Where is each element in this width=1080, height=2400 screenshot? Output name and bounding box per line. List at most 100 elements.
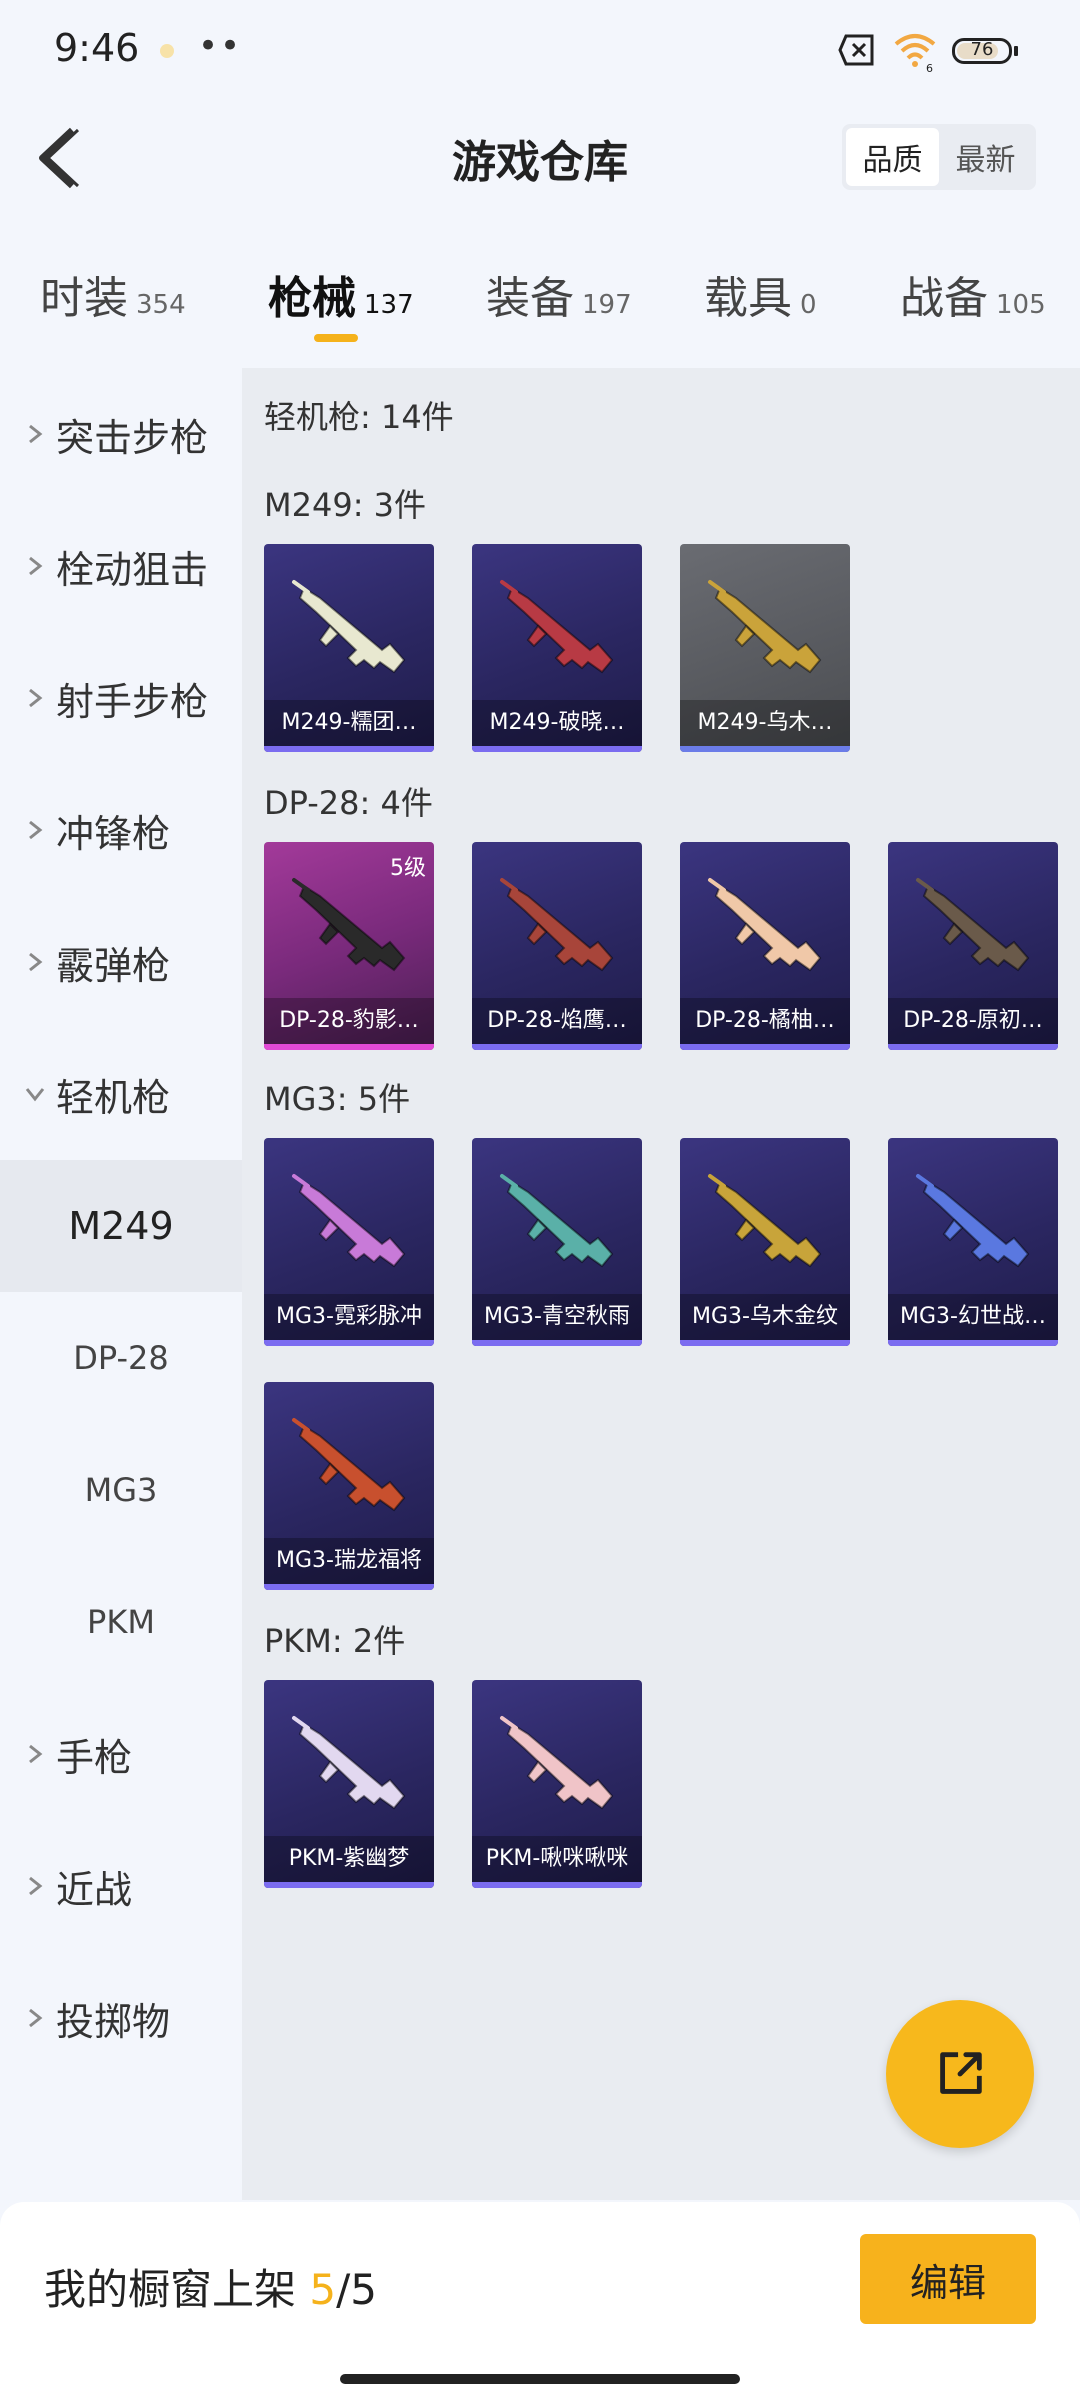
weapon-icon bbox=[292, 1716, 406, 1810]
notification-dot-icon bbox=[160, 44, 174, 58]
showcase-current: 5 bbox=[309, 2265, 337, 2314]
wifi-icon: 6 bbox=[894, 34, 936, 72]
item-name: MG3-瑞龙福将 bbox=[264, 1538, 434, 1584]
item-card[interactable]: MG3-乌木金纹 bbox=[680, 1138, 850, 1346]
item-name: PKM-紫幽梦 bbox=[264, 1836, 434, 1882]
item-card[interactable]: MG3-瑞龙福将 bbox=[264, 1382, 434, 1590]
level-badge: 5级 bbox=[390, 856, 426, 881]
tab-label: 时装 bbox=[40, 273, 128, 324]
status-bar: 9:46 •• 6 76 bbox=[0, 0, 1080, 100]
signal-strength: 6 bbox=[926, 62, 933, 72]
sidebar-item-pistol[interactable]: 手枪 bbox=[0, 1688, 242, 1820]
item-card[interactable]: DP-28-焰鹰… bbox=[472, 842, 642, 1050]
tab-vehicles[interactable]: 载具 0 bbox=[704, 262, 817, 326]
item-card[interactable]: MG3-幻世战… bbox=[888, 1138, 1058, 1346]
item-card[interactable]: M249-乌木… bbox=[680, 544, 850, 752]
showcase-status: 我的橱窗上架 5/5 bbox=[44, 2256, 377, 2317]
chevron-right-icon bbox=[20, 951, 50, 973]
weapon-icon bbox=[500, 580, 614, 674]
bottom-bar: 我的橱窗上架 5/5 编辑 bbox=[0, 2202, 1080, 2400]
tab-count: 105 bbox=[996, 290, 1046, 320]
showcase-total: /5 bbox=[336, 2265, 377, 2314]
sim-error-icon bbox=[838, 34, 874, 66]
item-card[interactable]: M249-糯团… bbox=[264, 544, 434, 752]
tab-count: 354 bbox=[136, 290, 186, 320]
active-tab-indicator bbox=[314, 334, 358, 342]
weapon-icon bbox=[500, 878, 614, 972]
sidebar-item-label: 手枪 bbox=[56, 1735, 133, 1780]
tab-count: 197 bbox=[582, 290, 632, 320]
item-name: MG3-乌木金纹 bbox=[680, 1294, 850, 1340]
tab-label: 枪械 bbox=[268, 273, 356, 324]
item-name: MG3-霓彩脉冲 bbox=[264, 1294, 434, 1340]
item-name: DP-28-焰鹰… bbox=[472, 998, 642, 1044]
sidebar-sub-m249[interactable]: M249 bbox=[0, 1160, 242, 1292]
chevron-right-icon bbox=[20, 423, 50, 445]
sort-quality[interactable]: 品质 bbox=[846, 128, 939, 186]
category-tabs: 时装 354 枪械 137 装备 197 载具 0 战备 105 bbox=[0, 262, 1080, 352]
weapon-icon bbox=[708, 580, 822, 674]
sidebar-item-assault-rifle[interactable]: 突击步枪 bbox=[0, 368, 242, 500]
home-indicator[interactable] bbox=[340, 2374, 740, 2384]
tab-firearms[interactable]: 枪械 137 bbox=[268, 262, 414, 326]
chevron-right-icon bbox=[20, 555, 50, 577]
tab-label: 载具 bbox=[704, 273, 792, 324]
item-card[interactable]: PKM-啾咪啾咪 bbox=[472, 1680, 642, 1888]
group-title-m249: M249: 3件 bbox=[264, 486, 427, 524]
sidebar-item-label: 近战 bbox=[56, 1867, 133, 1912]
showcase-label: 我的橱窗上架 bbox=[44, 2265, 310, 2314]
weapon-icon bbox=[292, 580, 406, 674]
share-fab-button[interactable] bbox=[886, 2000, 1034, 2148]
item-name: DP-28-豹影… bbox=[264, 998, 434, 1044]
chevron-right-icon bbox=[20, 1743, 50, 1765]
sidebar-sub-dp28[interactable]: DP-28 bbox=[0, 1292, 242, 1424]
sort-toggle: 品质 最新 bbox=[842, 124, 1036, 190]
sidebar-item-label: 射手步枪 bbox=[56, 679, 209, 724]
sidebar-item-label: 投掷物 bbox=[56, 1999, 171, 2044]
tab-count: 0 bbox=[800, 290, 817, 320]
sidebar-item-bolt-sniper[interactable]: 栓动狙击 bbox=[0, 500, 242, 632]
tab-count: 137 bbox=[364, 290, 414, 320]
item-grid-panel: 轻机枪: 14件 M249: 3件 M249-糯团… M249-破晓… M249… bbox=[242, 368, 1080, 2200]
tab-label: 装备 bbox=[486, 273, 574, 324]
tab-supplies[interactable]: 战备 105 bbox=[900, 262, 1046, 326]
group-title-dp28: DP-28: 4件 bbox=[264, 784, 433, 822]
sidebar-sub-pkm[interactable]: PKM bbox=[0, 1556, 242, 1688]
sidebar-item-label: 霰弹枪 bbox=[56, 943, 171, 988]
item-name: DP-28-原初… bbox=[888, 998, 1058, 1044]
sidebar-item-melee[interactable]: 近战 bbox=[0, 1820, 242, 1952]
sidebar-sub-mg3[interactable]: MG3 bbox=[0, 1424, 242, 1556]
sidebar-item-throwables[interactable]: 投掷物 bbox=[0, 1952, 242, 2084]
item-card[interactable]: MG3-霓彩脉冲 bbox=[264, 1138, 434, 1346]
sidebar-item-shotgun[interactable]: 霰弹枪 bbox=[0, 896, 242, 1028]
sidebar-item-lmg[interactable]: 轻机枪 bbox=[0, 1028, 242, 1160]
item-card[interactable]: PKM-紫幽梦 bbox=[264, 1680, 434, 1888]
weapon-icon bbox=[292, 1418, 406, 1512]
item-card[interactable]: MG3-青空秋雨 bbox=[472, 1138, 642, 1346]
sidebar-item-marksman-rifle[interactable]: 射手步枪 bbox=[0, 632, 242, 764]
item-name: MG3-幻世战… bbox=[888, 1294, 1058, 1340]
item-card[interactable]: DP-28-原初… bbox=[888, 842, 1058, 1050]
share-icon bbox=[940, 2052, 982, 2094]
item-card[interactable]: M249-破晓… bbox=[472, 544, 642, 752]
sidebar-item-smg[interactable]: 冲锋枪 bbox=[0, 764, 242, 896]
tab-equipment[interactable]: 装备 197 bbox=[486, 262, 632, 326]
category-summary: 轻机枪: 14件 bbox=[264, 398, 454, 436]
tab-label: 战备 bbox=[900, 273, 988, 324]
battery-icon: 76 bbox=[952, 38, 1012, 64]
sidebar: 突击步枪 栓动狙击 射手步枪 冲锋枪 霰弹枪 轻机枪 M249 DP-28 MG… bbox=[0, 368, 242, 2200]
weapon-icon bbox=[292, 1174, 406, 1268]
weapon-icon bbox=[916, 1174, 1030, 1268]
item-name: M249-乌木… bbox=[680, 700, 850, 746]
chevron-right-icon bbox=[20, 1875, 50, 1897]
sidebar-item-label: 冲锋枪 bbox=[56, 811, 171, 856]
item-card[interactable]: DP-28-橘柚… bbox=[680, 842, 850, 1050]
tab-fashion[interactable]: 时装 354 bbox=[40, 262, 186, 326]
item-name: DP-28-橘柚… bbox=[680, 998, 850, 1044]
item-name: M249-破晓… bbox=[472, 700, 642, 746]
edit-button[interactable]: 编辑 bbox=[860, 2234, 1036, 2324]
weapon-icon bbox=[500, 1174, 614, 1268]
sort-newest[interactable]: 最新 bbox=[939, 128, 1032, 186]
item-card[interactable]: 5级 DP-28-豹影… bbox=[264, 842, 434, 1050]
chevron-right-icon bbox=[20, 687, 50, 709]
